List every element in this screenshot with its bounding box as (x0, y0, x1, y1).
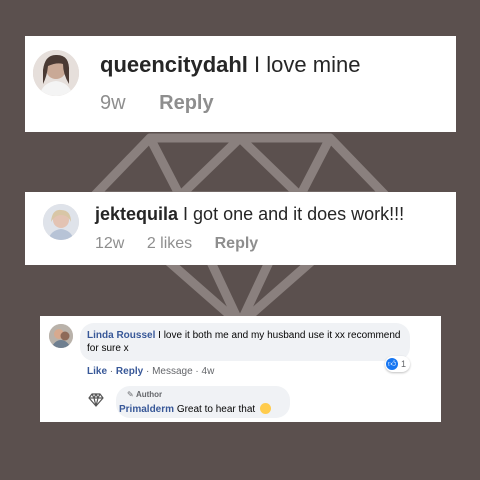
like-thumb-icon: 👍︎ (386, 358, 398, 370)
reply-button[interactable]: Reply (215, 235, 259, 252)
comment-line: queencitydahl I love mine (100, 52, 360, 78)
reply-button[interactable]: Reply (116, 366, 143, 377)
comment-meta: 12w 2 likes Reply (95, 235, 258, 253)
user-avatar[interactable] (49, 324, 73, 348)
reply-button[interactable]: Reply (159, 92, 213, 114)
reply-bubble: ✎ Author Primalderm Great to hear that (116, 386, 290, 418)
user-avatar[interactable] (43, 204, 79, 240)
smiling-emoji-icon (259, 403, 271, 414)
like-button[interactable]: Like (87, 366, 107, 377)
comment-username[interactable]: queencitydahl (100, 52, 248, 77)
separator: · (109, 366, 114, 377)
reply-text: Great to hear that (176, 404, 256, 415)
pencil-icon: ✎ (127, 390, 134, 399)
separator: · (195, 366, 199, 377)
comment-actions: Like · Reply · Message · 4w (87, 366, 214, 377)
comment-meta: 9w Reply (100, 92, 214, 115)
primalderm-diamond-avatar-icon[interactable] (87, 391, 105, 409)
reaction-count: 1 (401, 359, 407, 369)
instagram-comment-card: jektequila I got one and it does work!!!… (25, 192, 456, 265)
comment-text: I love mine (254, 52, 361, 77)
likes-count[interactable]: 2 likes (147, 235, 192, 252)
comment-age: 12w (95, 235, 125, 252)
separator: · (145, 366, 150, 377)
comment-age: 4w (201, 366, 215, 377)
user-avatar[interactable] (33, 50, 79, 96)
comment-text: I got one and it does work!!! (183, 204, 405, 224)
instagram-comment-card: queencitydahl I love mine 9w Reply (25, 36, 456, 132)
author-badge: ✎ Author (127, 390, 163, 399)
comment-bubble: Linda Roussel I love it both me and my h… (80, 323, 410, 361)
message-button[interactable]: Message (152, 366, 193, 377)
facebook-comment-card: Linda Roussel I love it both me and my h… (40, 316, 441, 422)
comment-line: jektequila I got one and it does work!!! (95, 204, 404, 225)
reply-author-name[interactable]: Primalderm (119, 404, 174, 415)
commenter-name[interactable]: Linda Roussel (87, 330, 155, 341)
comment-age: 9w (100, 92, 126, 114)
comment-username[interactable]: jektequila (95, 204, 178, 224)
reaction-count-badge[interactable]: 👍︎ 1 (385, 356, 411, 372)
